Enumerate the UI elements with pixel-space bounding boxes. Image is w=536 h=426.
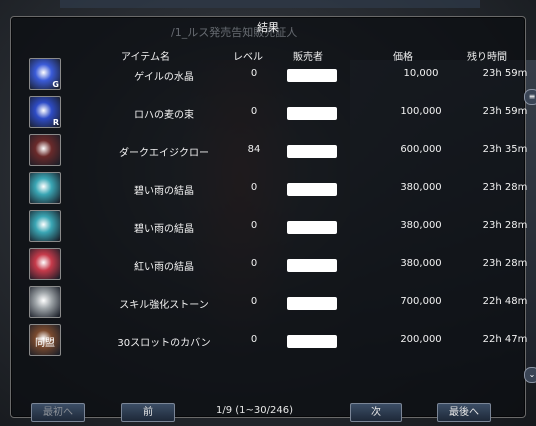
- seller-name-redacted: [287, 107, 337, 120]
- icon-badge: G: [52, 80, 59, 89]
- time-left: 22h 48m: [482, 296, 528, 307]
- blue-crystal-r-icon[interactable]: R: [29, 96, 61, 128]
- item-level: 0: [250, 334, 258, 345]
- table-row[interactable]: 同盟 30スロットのカバン 0 200,000 22h 47m: [29, 324, 527, 360]
- item-level: 0: [250, 106, 258, 117]
- item-name: 30スロットのカバン: [117, 338, 211, 349]
- table-row[interactable]: 紅い雨の結晶 0 380,000 23h 28m: [29, 248, 527, 284]
- table-row[interactable]: 碧い雨の結晶 0 380,000 23h 28m: [29, 210, 527, 246]
- time-left: 23h 59m: [482, 68, 528, 79]
- item-level: 0: [250, 182, 258, 193]
- scroll-up-icon[interactable]: ≡: [524, 89, 536, 105]
- icon-badge: R: [52, 118, 59, 127]
- item-name: スキル強化ストーン: [119, 300, 209, 311]
- item-price: 100,000: [400, 106, 442, 117]
- item-price: 380,000: [400, 220, 442, 231]
- time-left: 23h 35m: [482, 144, 528, 155]
- time-left: 23h 28m: [482, 258, 528, 269]
- seller-name-redacted: [287, 221, 337, 234]
- window-title: 結果: [257, 21, 279, 34]
- seller-name-redacted: [287, 297, 337, 310]
- bag-icon[interactable]: 同盟: [29, 324, 61, 356]
- time-left: 23h 59m: [482, 106, 528, 117]
- dark-claw-icon[interactable]: [29, 134, 61, 166]
- item-name: 碧い雨の結晶: [134, 186, 194, 197]
- prev-page-button[interactable]: 前: [121, 403, 175, 422]
- item-level: 0: [250, 296, 258, 307]
- blue-crystal-g-icon[interactable]: G: [29, 58, 61, 90]
- icon-label: 同盟: [35, 338, 55, 349]
- item-price: 380,000: [400, 182, 442, 193]
- item-name: ロハの麦の束: [134, 110, 194, 121]
- item-name: ゲイルの水晶: [134, 72, 194, 83]
- auction-results-window: /1_ルス発売告知販売証人 結果 アイテム名 レベル 販売者 価格 残り時間 G…: [10, 16, 536, 422]
- item-level: 0: [250, 258, 258, 269]
- top-bar: [60, 0, 480, 8]
- last-page-button[interactable]: 最後へ: [437, 403, 491, 422]
- item-price: 700,000: [400, 296, 442, 307]
- item-level: 84: [247, 144, 261, 155]
- table-row[interactable]: R ロハの麦の束 0 100,000 23h 59m: [29, 96, 527, 132]
- table-row[interactable]: スキル強化ストーン 0 700,000 22h 48m: [29, 286, 527, 322]
- item-name: 碧い雨の結晶: [134, 224, 194, 235]
- seller-name-redacted: [287, 335, 337, 348]
- skill-stone-icon[interactable]: [29, 286, 61, 318]
- time-left: 22h 47m: [482, 334, 528, 345]
- seller-name-redacted: [287, 69, 337, 82]
- page-info: 1/9 (1~30/246): [216, 405, 293, 416]
- first-page-button[interactable]: 最初へ: [31, 403, 85, 422]
- red-gem-icon[interactable]: [29, 248, 61, 280]
- cyan-gem-icon[interactable]: [29, 210, 61, 242]
- time-left: 23h 28m: [482, 182, 528, 193]
- time-left: 23h 28m: [482, 220, 528, 231]
- item-price: 200,000: [400, 334, 442, 345]
- seller-name-redacted: [287, 183, 337, 196]
- table-row[interactable]: ダークエイジクロー 84 600,000 23h 35m: [29, 134, 527, 170]
- item-name: 紅い雨の結晶: [134, 262, 194, 273]
- seller-name-redacted: [287, 145, 337, 158]
- item-price: 380,000: [400, 258, 442, 269]
- item-level: 0: [250, 220, 258, 231]
- scroll-down-icon[interactable]: ⌄: [524, 367, 536, 383]
- next-page-button[interactable]: 次: [350, 403, 402, 422]
- table-row[interactable]: 碧い雨の結晶 0 380,000 23h 28m: [29, 172, 527, 208]
- item-price: 10,000: [403, 68, 439, 79]
- cyan-gem-icon[interactable]: [29, 172, 61, 204]
- table-row[interactable]: G ゲイルの水晶 0 10,000 23h 59m: [29, 58, 527, 94]
- seller-name-redacted: [287, 259, 337, 272]
- item-name: ダークエイジクロー: [119, 148, 209, 159]
- item-level: 0: [250, 68, 258, 79]
- item-price: 600,000: [400, 144, 442, 155]
